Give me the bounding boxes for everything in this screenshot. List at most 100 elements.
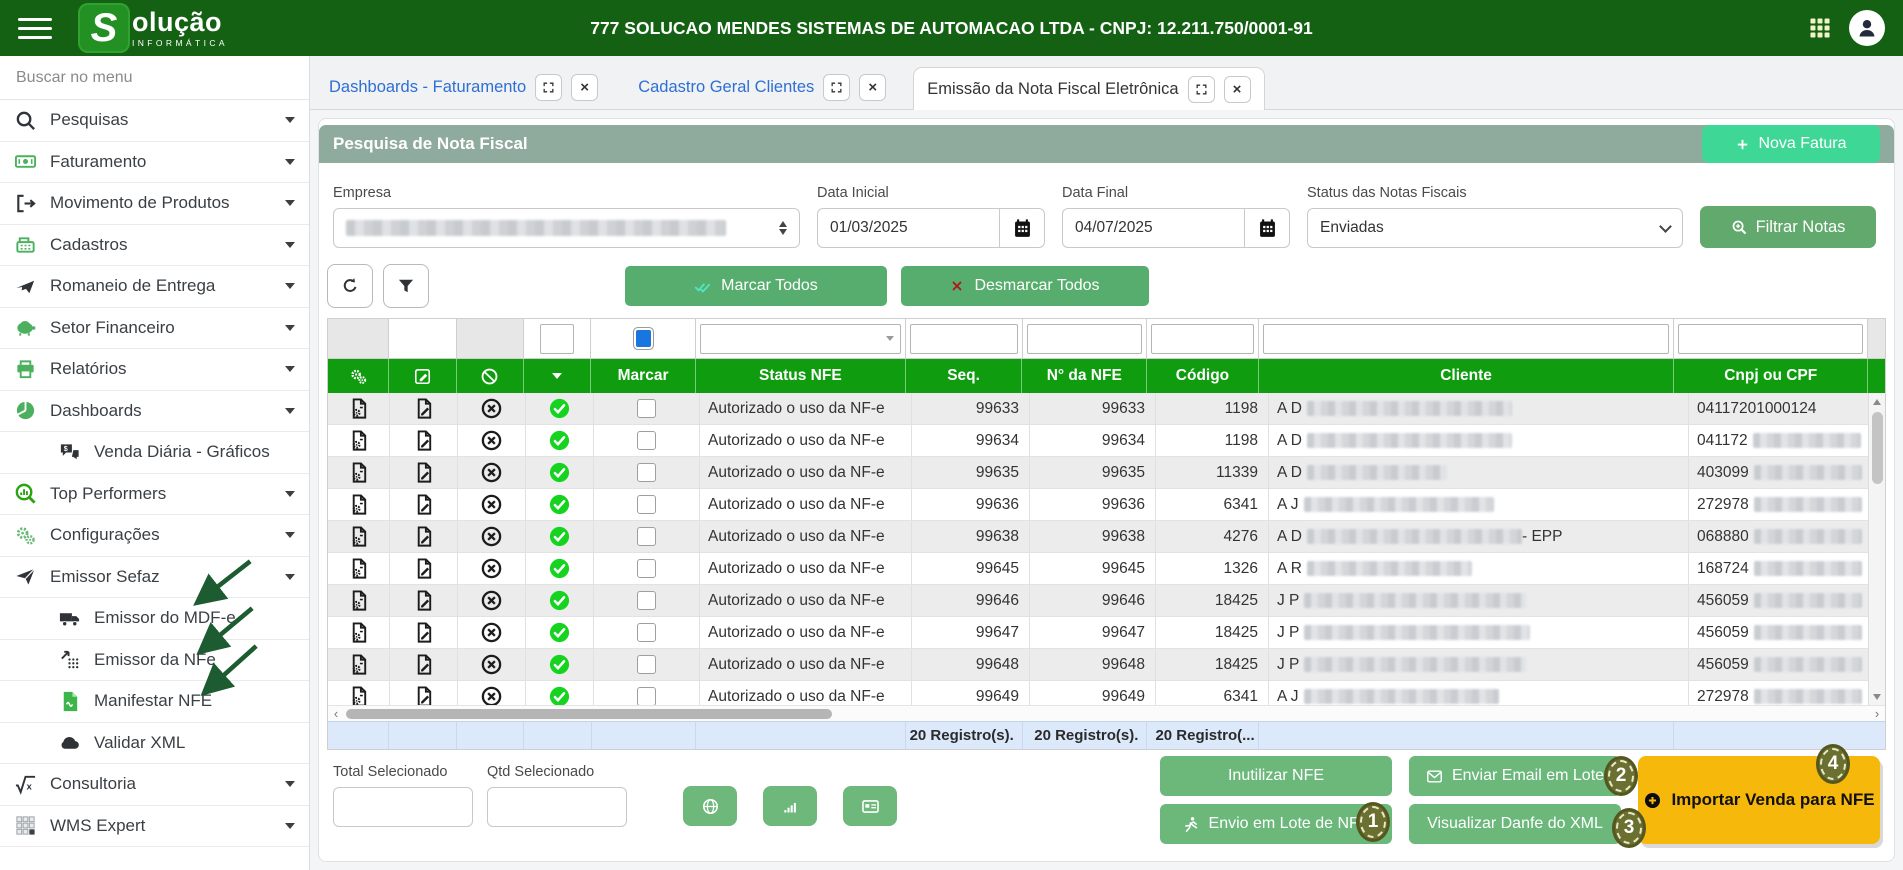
data-inicial-calendar-button[interactable]: [999, 208, 1045, 248]
row-checkbox[interactable]: [594, 681, 700, 705]
print-danfe-icon[interactable]: [328, 553, 390, 584]
sidebar-item-consultoria[interactable]: Consultoria: [0, 764, 309, 806]
sidebar-item-emissor-sefaz[interactable]: Emissor Sefaz: [0, 557, 309, 599]
refresh-button[interactable]: [327, 264, 373, 308]
status-notas-select[interactable]: Enviadas: [1307, 208, 1683, 248]
cancel-nfe-icon[interactable]: [458, 521, 526, 552]
sidebar-item-pesquisas[interactable]: Pesquisas: [0, 100, 309, 142]
table-row[interactable]: Autorizado o uso da NF-e 99635 99635 113…: [328, 457, 1885, 489]
column-codigo[interactable]: Código: [1147, 359, 1259, 393]
column-cnpj[interactable]: Cnpj ou CPF: [1674, 359, 1868, 393]
qtd-selecionado-input[interactable]: [487, 787, 627, 827]
scroll-left-icon[interactable]: ‹: [328, 706, 344, 722]
edit-nfe-icon[interactable]: [390, 553, 458, 584]
tab-dashboards-faturamento[interactable]: Dashboards - Faturamento ×: [316, 66, 611, 109]
edit-nfe-icon[interactable]: [390, 617, 458, 648]
sidebar-item-configuracoes[interactable]: Configurações: [0, 515, 309, 557]
email-button[interactable]: [843, 786, 897, 826]
column-marcar[interactable]: Marcar: [591, 359, 696, 393]
empresa-select[interactable]: [333, 208, 800, 248]
hamburger-menu-icon[interactable]: [18, 12, 52, 45]
edit-nfe-icon[interactable]: [390, 393, 458, 424]
scroll-right-icon[interactable]: ›: [1869, 706, 1885, 722]
edit-nfe-icon[interactable]: [390, 585, 458, 616]
edit-nfe-icon[interactable]: [390, 457, 458, 488]
cancel-nfe-icon[interactable]: [458, 393, 526, 424]
cnpj-filter-input[interactable]: [1674, 319, 1868, 359]
scroll-up-icon[interactable]: [1869, 393, 1886, 410]
total-selecionado-input[interactable]: [333, 787, 473, 827]
status-filter-dropdown[interactable]: [696, 319, 906, 359]
row-checkbox[interactable]: [594, 489, 700, 520]
dropdown-column-icon[interactable]: [524, 359, 591, 393]
print-danfe-icon[interactable]: [328, 489, 390, 520]
cliente-filter-input[interactable]: [1259, 319, 1674, 359]
column-seq[interactable]: Seq.: [906, 359, 1023, 393]
column-status-nfe[interactable]: Status NFE: [696, 359, 906, 393]
codigo-filter-input[interactable]: [1147, 319, 1259, 359]
table-row[interactable]: Autorizado o uso da NF-e 99645 99645 132…: [328, 553, 1885, 585]
select-all-checkbox[interactable]: [591, 319, 696, 359]
row-checkbox[interactable]: [594, 585, 700, 616]
cancel-nfe-icon[interactable]: [458, 553, 526, 584]
horizontal-scrollbar[interactable]: ‹ ›: [328, 705, 1885, 721]
nfe-filter-input[interactable]: [1023, 319, 1148, 359]
sidebar-item-romaneio-de-entrega[interactable]: Romaneio de Entrega: [0, 266, 309, 308]
table-row[interactable]: Autorizado o uso da NF-e 99647 99647 184…: [328, 617, 1885, 649]
close-tab-icon[interactable]: ×: [859, 74, 886, 101]
desmarcar-todos-button[interactable]: Desmarcar Todos: [901, 266, 1149, 306]
sidebar-item-top-performers[interactable]: Top Performers: [0, 474, 309, 516]
cancel-nfe-icon[interactable]: [458, 617, 526, 648]
row-checkbox[interactable]: [594, 425, 700, 456]
print-danfe-icon[interactable]: [328, 425, 390, 456]
close-tab-icon[interactable]: ×: [571, 74, 598, 101]
edit-nfe-icon[interactable]: [390, 681, 458, 705]
chart-button[interactable]: [763, 786, 817, 826]
column-cliente[interactable]: Cliente: [1259, 359, 1674, 393]
row-checkbox[interactable]: [594, 649, 700, 680]
cancel-nfe-icon[interactable]: [458, 681, 526, 705]
cancel-nfe-icon[interactable]: [458, 489, 526, 520]
sidebar-item-faturamento[interactable]: Faturamento: [0, 142, 309, 184]
menu-search-input[interactable]: [0, 56, 309, 100]
cancel-nfe-icon[interactable]: [458, 457, 526, 488]
table-row[interactable]: Autorizado o uso da NF-e 99633 99633 119…: [328, 393, 1885, 425]
table-row[interactable]: Autorizado o uso da NF-e 99648 99648 184…: [328, 649, 1885, 681]
data-inicial-input[interactable]: 01/03/2025: [817, 208, 999, 248]
visualizar-danfe-button[interactable]: Visualizar Danfe do XML: [1409, 804, 1621, 844]
sidebar-item-dashboards[interactable]: Dashboards: [0, 391, 309, 433]
table-row[interactable]: Autorizado o uso da NF-e 99636 99636 634…: [328, 489, 1885, 521]
print-danfe-icon[interactable]: [328, 681, 390, 705]
data-final-calendar-button[interactable]: [1244, 208, 1290, 248]
web-button[interactable]: [683, 786, 737, 826]
scrollbar-thumb[interactable]: [1872, 412, 1883, 484]
nova-fatura-button[interactable]: Nova Fatura: [1702, 125, 1880, 163]
table-row[interactable]: Autorizado o uso da NF-e 99638 99638 427…: [328, 521, 1885, 553]
sidebar-item-movimento-de-produtos[interactable]: Movimento de Produtos: [0, 183, 309, 225]
sidebar-item-venda-diaria-graficos[interactable]: Venda Diária - Gráficos: [0, 432, 309, 474]
cancel-nfe-icon[interactable]: [458, 425, 526, 456]
sidebar-item-cadastros[interactable]: Cadastros: [0, 225, 309, 267]
print-danfe-icon[interactable]: [328, 617, 390, 648]
data-final-input[interactable]: 04/07/2025: [1062, 208, 1244, 248]
row-checkbox[interactable]: [594, 617, 700, 648]
edit-nfe-icon[interactable]: [390, 425, 458, 456]
table-row[interactable]: Autorizado o uso da NF-e 99634 99634 119…: [328, 425, 1885, 457]
edit-nfe-icon[interactable]: [390, 649, 458, 680]
print-danfe-icon[interactable]: [328, 585, 390, 616]
print-danfe-icon[interactable]: [328, 457, 390, 488]
sidebar-item-manifestar-nfe[interactable]: Manifestar NFE: [0, 681, 309, 723]
marcar-todos-button[interactable]: Marcar Todos: [625, 266, 887, 306]
table-row[interactable]: Autorizado o uso da NF-e 99649 99649 634…: [328, 681, 1885, 705]
row-checkbox[interactable]: [594, 457, 700, 488]
print-danfe-icon[interactable]: [328, 649, 390, 680]
inutilizar-nfe-button[interactable]: Inutilizar NFE: [1160, 756, 1392, 796]
edit-nfe-icon[interactable]: [390, 521, 458, 552]
vertical-scrollbar[interactable]: [1868, 393, 1885, 705]
close-tab-icon[interactable]: ×: [1224, 76, 1251, 103]
apps-grid-icon[interactable]: [1807, 15, 1833, 41]
sidebar-item-validar-xml[interactable]: Validar XML: [0, 723, 309, 765]
filtrar-notas-button[interactable]: Filtrar Notas: [1700, 206, 1876, 248]
expand-tab-icon[interactable]: [823, 74, 850, 101]
seq-filter-input[interactable]: [906, 319, 1023, 359]
